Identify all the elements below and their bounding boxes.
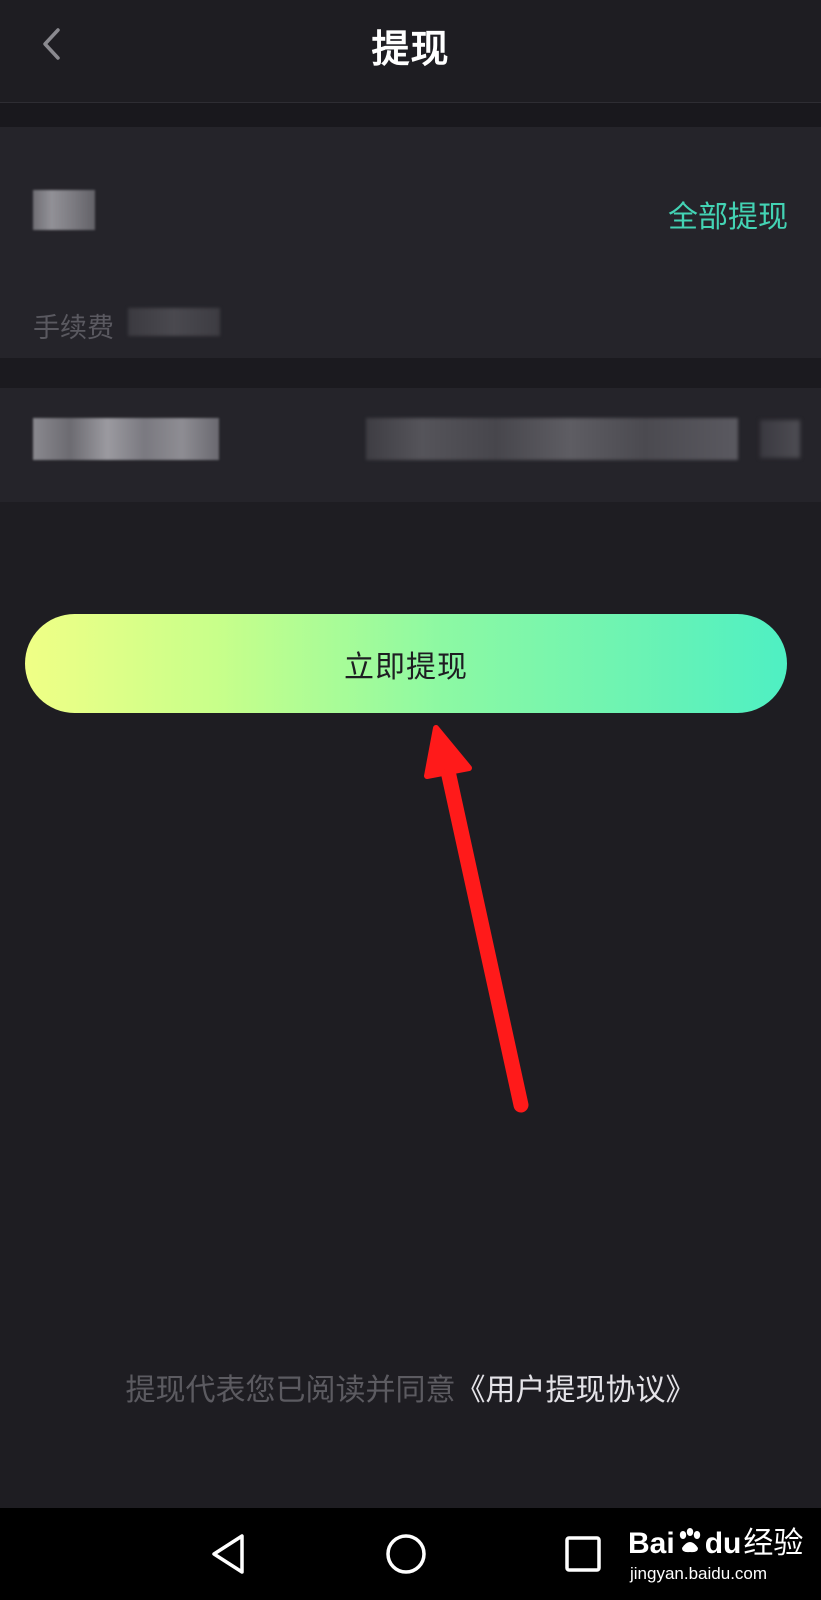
agreement-prefix: 提现代表您已阅读并同意: [125, 1373, 456, 1408]
balance-amount-redacted: [33, 190, 95, 230]
agreement-link[interactable]: 《用户提现协议》: [456, 1373, 696, 1408]
section-divider: [0, 103, 821, 127]
fee-label: 手续费: [33, 313, 114, 344]
withdraw-now-label: 立即提现: [344, 649, 468, 685]
nav-recents-button[interactable]: [543, 1508, 623, 1600]
page-title: 提现: [371, 27, 450, 71]
paw-icon: [679, 1528, 700, 1553]
triangle-back-icon: [212, 1534, 244, 1574]
app-header: 提现: [0, 0, 821, 103]
baidu-jingyan-watermark: Bai du经验 jingyan.baidu.com: [628, 1516, 816, 1596]
watermark-site: jingyan.baidu.com: [630, 1564, 768, 1583]
account-value-redacted: [366, 418, 738, 460]
watermark-logo: Bai du经验: [628, 1527, 804, 1560]
account-chevron-redacted: [760, 420, 800, 458]
circle-home-icon: [386, 1534, 426, 1574]
account-label-redacted: [33, 418, 219, 460]
withdraw-now-button[interactable]: 立即提现: [25, 614, 787, 713]
nav-back-button[interactable]: [188, 1508, 268, 1600]
square-recents-icon: [565, 1536, 601, 1572]
section-divider: [0, 358, 821, 388]
withdraw-all-link[interactable]: 全部提现: [668, 192, 788, 236]
balance-card: [0, 127, 821, 358]
nav-home-button[interactable]: [366, 1508, 446, 1600]
fee-value-redacted: [128, 308, 220, 336]
agreement-text: 提现代表您已阅读并同意《用户提现协议》: [0, 1365, 821, 1409]
